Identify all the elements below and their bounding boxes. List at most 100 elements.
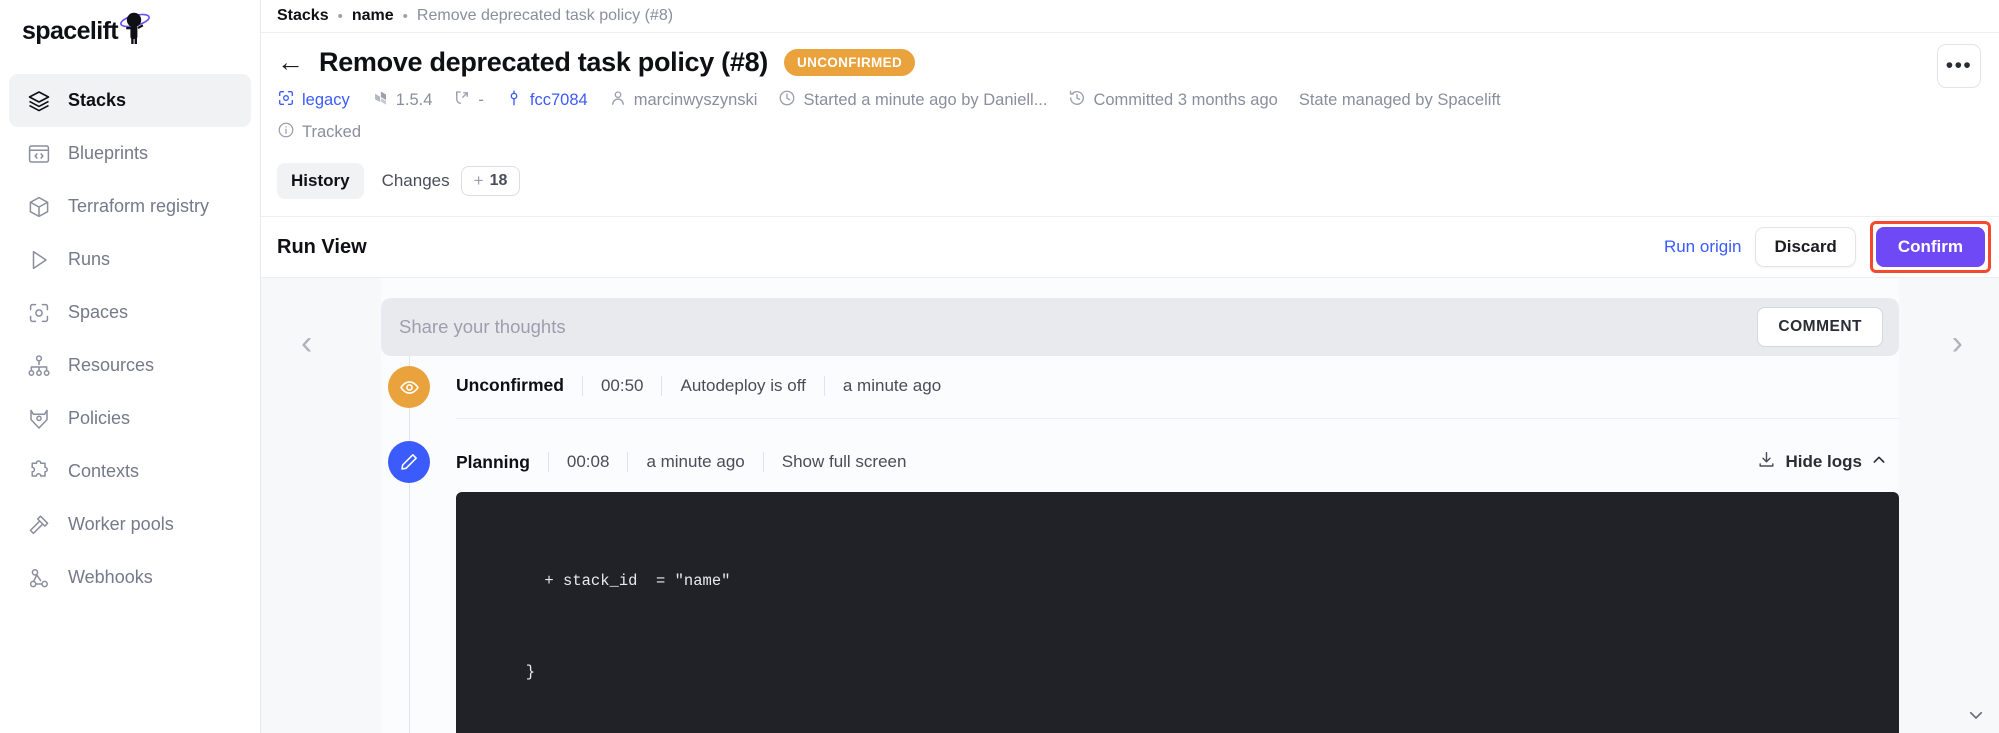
show-full-screen-link[interactable]: Show full screen	[762, 452, 925, 472]
info-icon	[277, 121, 295, 144]
tracked-label: Tracked	[302, 123, 361, 141]
cube-icon	[26, 194, 51, 219]
timeline-row-header: Planning 00:08 a minute ago Show full sc…	[456, 450, 1899, 474]
hide-logs-toggle[interactable]: Hide logs	[1757, 450, 1899, 474]
meta-state-managed: State managed by Spacelift	[1299, 91, 1501, 110]
more-actions-button[interactable]: •••	[1937, 44, 1981, 88]
meta-terraform-value: 1.5.4	[395, 91, 433, 109]
meta-space-value: legacy	[302, 91, 350, 109]
meta-committed-value: Committed 3 months ago	[1093, 91, 1278, 109]
timeline-detail: Autodeploy is off	[661, 375, 823, 396]
tab-changes-label: Changes	[381, 171, 450, 190]
sidebar-item-policies[interactable]: Policies	[9, 392, 251, 445]
page-header: ← Remove deprecated task policy (#8) UNC…	[261, 33, 1999, 216]
sidebar-item-terraform-registry[interactable]: Terraform registry	[9, 180, 251, 233]
stacks-icon	[26, 88, 51, 113]
timeline-relative-time: a minute ago	[627, 452, 762, 472]
previous-run-arrow-icon[interactable]: ‹	[301, 326, 312, 360]
confirm-button-highlight: Confirm	[1869, 221, 1991, 273]
comment-button[interactable]: COMMENT	[1757, 307, 1883, 347]
timeline-state-label: Planning	[456, 451, 530, 472]
tab-history[interactable]: History	[277, 163, 364, 199]
meta-user: marcinwyszynski	[609, 89, 758, 112]
app-root: spacelift Stacks Blueprints Terraform re…	[0, 0, 1999, 733]
breadcrumb-current: Remove deprecated task policy (#8)	[416, 7, 674, 24]
clock-icon	[778, 89, 796, 112]
next-run-arrow-icon[interactable]: ›	[1952, 326, 1963, 360]
download-icon[interactable]	[1757, 450, 1776, 474]
sidebar-item-stacks[interactable]: Stacks	[9, 74, 251, 127]
branch-icon	[453, 89, 471, 112]
discard-button[interactable]: Discard	[1755, 227, 1856, 267]
tab-history-label: History	[291, 171, 350, 190]
terraform-icon	[371, 89, 389, 112]
timeline-row-unconfirmed: Unconfirmed 00:50 Autodeploy is off a mi…	[381, 366, 1899, 419]
tab-bar: History Changes + 18	[277, 158, 1983, 204]
sidebar-item-label: Runs	[68, 249, 111, 269]
timeline-state-label: Unconfirmed	[456, 375, 564, 395]
log-output-panel[interactable]: + stack_id = "name" } Plan: 18 to add, 0…	[456, 492, 1899, 733]
sidebar-item-resources[interactable]: Resources	[9, 339, 251, 392]
brand-logo[interactable]: spacelift	[0, 0, 260, 62]
meta-user-value: marcinwyszynski	[633, 91, 758, 109]
timeline-duration: 00:08	[547, 452, 628, 472]
sidebar-item-label: Stacks	[68, 90, 127, 110]
meta-space[interactable]: legacy	[277, 89, 350, 112]
sidebar-item-label: Contexts	[68, 461, 140, 481]
changes-count-chip: + 18	[460, 166, 521, 196]
eye-icon	[388, 366, 430, 408]
tracked-row: Tracked	[277, 121, 1983, 144]
spaces-icon	[26, 300, 51, 325]
run-view-actions: Run origin Discard Confirm	[1664, 221, 1991, 273]
sidebar-item-webhooks[interactable]: Webhooks	[9, 551, 251, 604]
comment-input[interactable]: Share your thoughts	[399, 316, 566, 338]
breadcrumb-stacks[interactable]: Stacks	[277, 7, 329, 25]
sidebar-item-label: Spaces	[68, 302, 129, 322]
hammer-icon	[26, 512, 51, 537]
run-timeline-area: ‹ › Share your thoughts COMMENT Unconfir…	[261, 277, 1999, 733]
breadcrumb-stack-name[interactable]: name	[352, 7, 394, 25]
meta-commit[interactable]: fcc7084	[505, 89, 588, 112]
confirm-button[interactable]: Confirm	[1875, 227, 1985, 267]
meta-started-value: Started a minute ago by Daniell...	[803, 91, 1048, 109]
sidebar-item-label: Terraform registry	[68, 196, 210, 216]
meta-branch: -	[453, 89, 484, 112]
chevron-up-icon	[1871, 452, 1887, 473]
sidebar-item-contexts[interactable]: Contexts	[9, 445, 251, 498]
log-line: }	[470, 663, 536, 682]
scroll-down-icon[interactable]	[1967, 706, 1985, 729]
run-view-title: Run View	[277, 235, 367, 258]
timeline-rows: Unconfirmed 00:50 Autodeploy is off a mi…	[381, 366, 1899, 733]
log-line: + stack_id = "name"	[470, 572, 731, 591]
breadcrumb: Stacks • name • Remove deprecated task p…	[261, 0, 1999, 33]
timeline-row-content: Unconfirmed 00:50 Autodeploy is off a mi…	[430, 366, 1899, 419]
changes-plus-sign: +	[473, 171, 484, 190]
comment-box[interactable]: Share your thoughts COMMENT	[381, 298, 1899, 356]
sidebar-item-spaces[interactable]: Spaces	[9, 286, 251, 339]
page-title: Remove deprecated task policy (#8)	[319, 47, 768, 77]
breadcrumb-separator: •	[402, 7, 408, 25]
pencil-icon	[388, 441, 430, 483]
run-origin-link[interactable]: Run origin	[1664, 237, 1742, 257]
title-row: ← Remove deprecated task policy (#8) UNC…	[277, 47, 1983, 78]
tab-changes[interactable]: Changes + 18	[368, 158, 535, 204]
meta-commit-value: fcc7084	[529, 91, 588, 109]
webhook-icon	[26, 565, 51, 590]
puzzle-icon	[26, 459, 51, 484]
user-icon	[609, 89, 627, 112]
back-arrow-icon[interactable]: ←	[277, 49, 304, 76]
sidebar-item-blueprints[interactable]: Blueprints	[9, 127, 251, 180]
blueprints-icon	[26, 141, 51, 166]
sidebar-item-label: Webhooks	[68, 567, 153, 587]
status-badge: UNCONFIRMED	[784, 49, 916, 76]
shield-icon	[26, 406, 51, 431]
sidebar-item-runs[interactable]: Runs	[9, 233, 251, 286]
space-icon	[277, 89, 295, 112]
sidebar-item-label: Policies	[68, 408, 131, 428]
meta-terraform-version: 1.5.4	[371, 89, 433, 112]
sidebar-nav: Stacks Blueprints Terraform registry Run…	[0, 74, 260, 604]
astronaut-icon	[114, 12, 154, 51]
changes-count-value: 18	[489, 172, 508, 189]
sidebar-item-worker-pools[interactable]: Worker pools	[9, 498, 251, 551]
timeline-card: Share your thoughts COMMENT Unconfirmed …	[381, 278, 1899, 733]
